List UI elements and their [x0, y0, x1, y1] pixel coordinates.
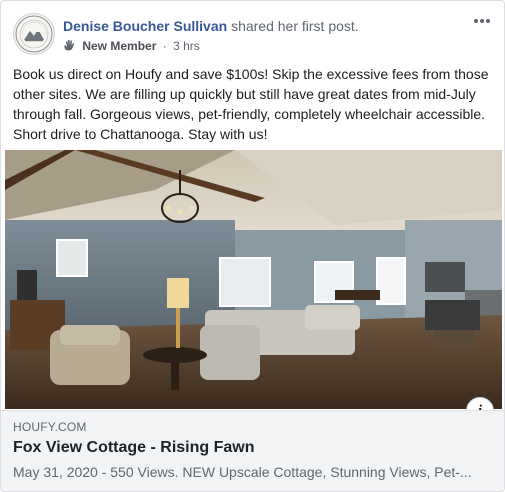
author-line: Denise Boucher Sullivan shared her first… [63, 17, 359, 35]
author-action: shared her first post. [231, 18, 359, 34]
feed-post: Denise Boucher Sullivan shared her first… [0, 0, 505, 492]
link-description: May 31, 2020 - 550 Views. NEW Upscale Co… [13, 464, 472, 480]
link-title[interactable]: Fox View Cottage - Rising Fawn [13, 438, 255, 458]
link-preview-card[interactable]: HOUFY.COM Fox View Cottage - Rising Fawn… [1, 410, 504, 491]
author-name[interactable]: Denise Boucher Sullivan [63, 18, 227, 34]
meta-separator: · [162, 39, 167, 53]
member-badge: New Member [82, 39, 157, 53]
post-meta: New Member · 3 hrs [63, 38, 200, 54]
avatar[interactable] [13, 13, 55, 55]
post-header: Denise Boucher Sullivan shared her first… [13, 11, 494, 57]
wave-hand-icon [63, 39, 77, 51]
link-domain: HOUFY.COM [13, 420, 87, 434]
more-horizontal-icon [474, 19, 490, 23]
living-room-photo[interactable] [5, 150, 502, 409]
more-options-button[interactable] [470, 11, 494, 31]
fox-logo-icon [15, 15, 53, 53]
post-text: Book us direct on Houfy and save $100s! … [13, 66, 489, 142]
post-time[interactable]: 3 hrs [173, 39, 200, 53]
